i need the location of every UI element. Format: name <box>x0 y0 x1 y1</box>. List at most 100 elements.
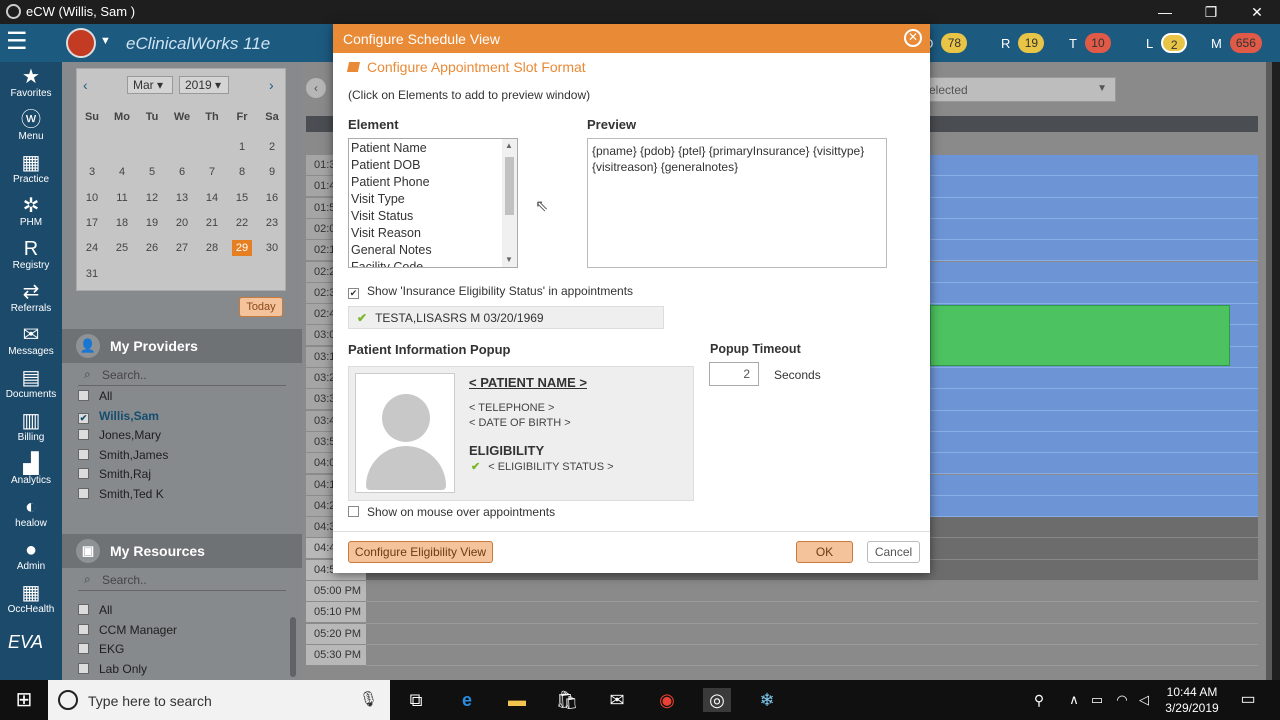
volume-icon[interactable]: ◁ <box>1130 688 1158 712</box>
configure-eligibility-view-button[interactable]: Configure Eligibility View <box>348 541 493 563</box>
provider-item[interactable]: Jones,Mary <box>78 428 161 446</box>
my-resources-header[interactable]: ▣ My Resources <box>62 534 302 568</box>
checkbox-unchecked-icon[interactable] <box>78 468 89 480</box>
nav-referrals[interactable]: ⇄ Referrals <box>0 279 62 322</box>
edge-browser-icon[interactable]: e <box>453 688 481 712</box>
provider-search-input[interactable]: ⌕ Search.. <box>78 364 286 386</box>
calendar-day[interactable]: 10 <box>82 190 102 206</box>
calendar-day[interactable]: 31 <box>82 266 102 282</box>
scroll-thumb[interactable] <box>505 157 514 215</box>
minimize-button[interactable]: — <box>1142 0 1188 24</box>
provider-item[interactable]: Smith,Ted K <box>78 487 164 505</box>
calendar-day[interactable]: 30 <box>262 240 282 256</box>
checkbox-unchecked-icon[interactable] <box>78 604 89 615</box>
file-explorer-icon[interactable]: ▬ <box>503 688 531 712</box>
calendar-day[interactable]: 23 <box>262 215 282 231</box>
element-option[interactable]: Patient DOB <box>351 158 420 172</box>
close-window-button[interactable]: ✕ <box>1234 0 1280 24</box>
calendar-day[interactable]: 3 <box>82 164 102 180</box>
counter-t[interactable]: T 10 <box>1069 32 1111 54</box>
checkbox-unchecked-icon[interactable] <box>78 390 89 401</box>
taskbar-search-box[interactable]: Type here to search 🎙 <box>48 680 390 720</box>
counter-d[interactable]: D78 <box>924 32 968 54</box>
restore-button[interactable]: ❐ <box>1188 0 1234 24</box>
appointment-slot[interactable] <box>366 644 1258 667</box>
element-option[interactable]: Visit Reason <box>351 226 421 240</box>
checkbox-unchecked-icon[interactable] <box>78 623 89 635</box>
task-view-icon[interactable]: ⧉ <box>402 688 430 712</box>
provider-item[interactable]: Smith,James <box>78 448 168 466</box>
calendar-day[interactable]: 26 <box>142 240 162 256</box>
calendar-day[interactable]: 8 <box>232 164 252 180</box>
calendar-day[interactable]: 6 <box>172 164 192 180</box>
calendar-day[interactable]: 16 <box>262 190 282 206</box>
year-select[interactable]: 2019 ▾ <box>179 76 229 94</box>
element-option[interactable]: Visit Status <box>351 209 413 223</box>
today-button[interactable]: Today <box>239 297 283 317</box>
calendar-day[interactable]: 19 <box>142 215 162 231</box>
calendar-day[interactable]: 28 <box>202 240 222 256</box>
side-panel-scrollbar[interactable] <box>290 617 296 677</box>
calendar-day[interactable]: 7 <box>202 164 222 180</box>
cancel-button[interactable]: Cancel <box>867 541 920 563</box>
provider-item[interactable]: ✔ Willis,Sam <box>78 409 159 427</box>
nav-phm[interactable]: ✲ PHM <box>0 193 62 236</box>
nav-occhealth[interactable]: ▦ OccHealth <box>0 580 62 623</box>
resource-search-input[interactable]: ⌕ Search.. <box>78 569 286 591</box>
calendar-day[interactable]: 20 <box>172 215 192 231</box>
calendar-day[interactable]: 5 <box>142 164 162 180</box>
taskbar-clock[interactable]: 10:44 AM 3/29/2019 <box>1158 684 1226 716</box>
checkbox-unchecked-icon[interactable] <box>78 448 89 460</box>
eva-logo[interactable]: EVA <box>8 632 43 653</box>
nav-analytics[interactable]: ▟ Analytics <box>0 451 62 494</box>
nav-registry[interactable]: R Registry <box>0 236 62 279</box>
calendar-day[interactable]: 22 <box>232 215 252 231</box>
preview-textbox[interactable]: {pname} {pdob} {ptel} {primaryInsurance}… <box>587 138 887 268</box>
calendar-day[interactable]: 9 <box>262 164 282 180</box>
calendar-day[interactable]: 24 <box>82 240 102 256</box>
checkbox-checked-icon[interactable]: ✔ <box>348 288 359 299</box>
checkbox-unchecked-icon[interactable] <box>78 488 89 499</box>
nav-favorites[interactable]: ★ Favorites <box>0 64 62 107</box>
listbox-scrollbar[interactable]: ▲ ▼ <box>502 139 517 267</box>
show-eligibility-checkbox[interactable]: ✔ Show 'Insurance Eligibility Status' in … <box>348 284 633 299</box>
hamburger-menu-icon[interactable]: ☰ <box>6 30 44 54</box>
my-providers-header[interactable]: 👤 My Providers <box>62 329 302 363</box>
calendar-day[interactable]: 4 <box>112 164 132 180</box>
schedule-scrollbar[interactable] <box>1266 62 1272 680</box>
resource-item[interactable]: CCM Manager <box>78 623 177 641</box>
nav-admin[interactable]: ● Admin <box>0 537 62 580</box>
calendar-day[interactable]: 29 <box>232 240 252 257</box>
notifications-icon[interactable]: ▭ <box>1234 688 1262 712</box>
nav-healow[interactable]: ◐ healow <box>0 494 62 537</box>
store-icon[interactable]: 🛍 <box>553 688 581 712</box>
element-option[interactable]: Patient Name <box>351 141 427 155</box>
provider-item[interactable]: All <box>78 389 112 407</box>
element-option[interactable]: Facility Code <box>351 260 423 267</box>
calendar-day[interactable]: 11 <box>112 190 132 206</box>
provider-item[interactable]: Smith,Raj <box>78 467 151 485</box>
checkbox-unchecked-icon[interactable] <box>78 662 89 674</box>
element-listbox[interactable]: Patient Name Patient DOB Patient Phone Visi… <box>348 138 518 268</box>
provider-filter-select[interactable]: elected ▼ <box>922 77 1116 102</box>
resource-item[interactable]: Lab Only <box>78 662 147 680</box>
counter-l[interactable]: L2 <box>1146 32 1188 54</box>
nav-menu[interactable]: ⓦ Menu <box>0 107 62 150</box>
resource-item[interactable]: All <box>78 603 112 621</box>
chevron-down-icon[interactable]: ▼ <box>100 35 111 47</box>
resource-item[interactable]: EKG <box>78 642 124 660</box>
user-avatar[interactable] <box>66 28 96 58</box>
ecw-app-icon[interactable]: ◎ <box>703 688 731 712</box>
ok-button[interactable]: OK <box>796 541 853 563</box>
calendar-day[interactable]: 14 <box>202 190 222 206</box>
people-icon[interactable]: ⚲ <box>1025 688 1053 712</box>
calendar-day[interactable]: 18 <box>112 215 132 231</box>
close-icon[interactable]: ✕ <box>904 29 922 47</box>
calendar-day[interactable]: 13 <box>172 190 192 206</box>
nav-documents[interactable]: ▤ Documents <box>0 365 62 408</box>
chrome-icon[interactable]: ◉ <box>653 688 681 712</box>
appointment-slot[interactable] <box>366 602 1258 624</box>
battery-icon[interactable]: ▭ <box>1083 688 1111 712</box>
popup-timeout-input[interactable]: 2 <box>709 362 759 386</box>
element-option[interactable]: Patient Phone <box>351 175 430 189</box>
